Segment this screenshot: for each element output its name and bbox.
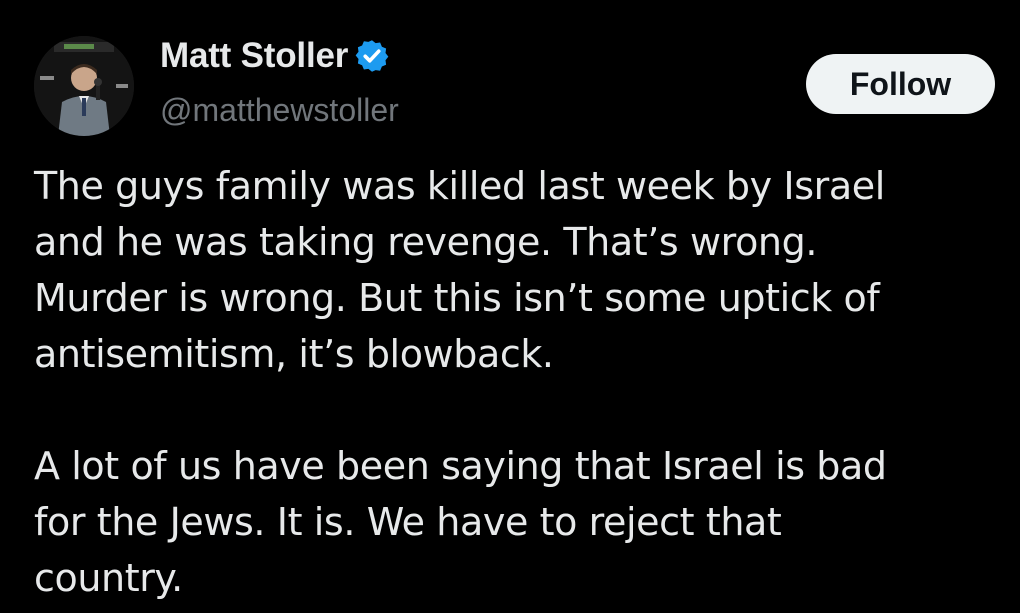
tweet-line: A lot of us have been saying that Israel… xyxy=(34,444,887,488)
avatar[interactable] xyxy=(34,36,134,136)
tweet-line: The guys family was killed last week by … xyxy=(34,164,885,208)
verified-badge-icon[interactable] xyxy=(354,38,390,74)
author-handle[interactable]: @matthewstoller xyxy=(160,92,399,129)
tweet-line: Murder is wrong. But this isn’t some upt… xyxy=(34,276,880,320)
tweet-text: The guys family was killed last week by … xyxy=(34,158,1014,606)
tweet-card: Matt Stoller @matthewstoller Follow The … xyxy=(0,0,1020,613)
profile-photo-icon xyxy=(34,36,134,136)
tweet-line: country. xyxy=(34,556,183,600)
author-name-row: Matt Stoller xyxy=(160,34,390,78)
tweet-line: and he was taking revenge. That’s wrong. xyxy=(34,220,818,264)
author-display-name[interactable]: Matt Stoller xyxy=(160,36,348,76)
follow-button[interactable]: Follow xyxy=(806,54,995,114)
tweet-line: for the Jews. It is. We have to reject t… xyxy=(34,500,782,544)
tweet-line: antisemitism, it’s blowback. xyxy=(34,332,554,376)
